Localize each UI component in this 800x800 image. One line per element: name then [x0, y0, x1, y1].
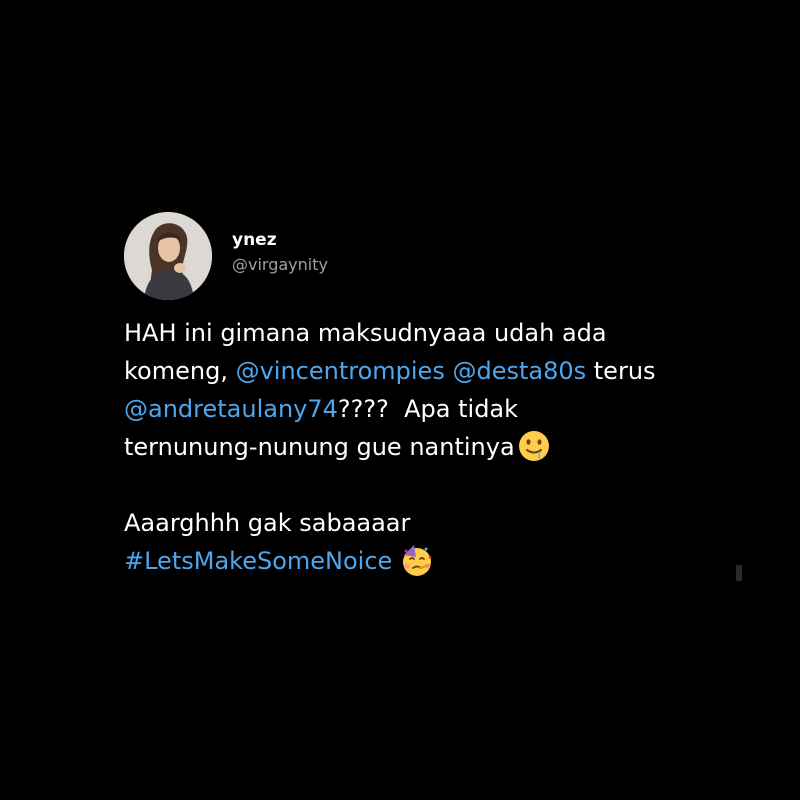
tweet-header: ynez @virgaynity [124, 212, 744, 300]
text-segment: ???? Apa tidak [337, 395, 519, 423]
text-segment: Aaarghhh gak sabaaaar [124, 509, 411, 537]
display-name[interactable]: ynez [232, 228, 328, 252]
profile-photo-icon [124, 212, 212, 300]
author-handle[interactable]: @virgaynity [232, 252, 328, 278]
tweet-line-6: #LetsMakeSomeNoice [124, 542, 744, 580]
tweet-line-4: ternunung-nunung gue nantinya [124, 428, 744, 466]
tweet-line-3: @andretaulany74???? Apa tidak [124, 390, 744, 428]
mention-link[interactable]: @andretaulany74 [124, 395, 338, 423]
text-segment: ternunung-nunung gue nantinya [124, 433, 515, 461]
author-info: ynez @virgaynity [232, 228, 328, 278]
drooling-face-emoji-icon [517, 429, 551, 463]
mention-link[interactable]: @vincentrompies [236, 357, 445, 385]
mention-link[interactable]: @desta80s [452, 357, 586, 385]
tweet-card: ynez @virgaynity HAH ini gimana maksudny… [124, 212, 744, 580]
tweet-text: HAH ini gimana maksudnyaaa udah ada kome… [124, 314, 744, 580]
hashtag-link[interactable]: #LetsMakeSomeNoice [124, 547, 392, 575]
text-segment: komeng, [124, 357, 236, 385]
scrollbar-thumb[interactable] [736, 565, 742, 581]
text-segment: HAH ini gimana maksudnyaaa udah ada [124, 319, 607, 347]
tweet-line-5: Aaarghhh gak sabaaaar [124, 504, 744, 542]
text-segment: terus [586, 357, 656, 385]
avatar[interactable] [124, 212, 212, 300]
tweet-line-1: HAH ini gimana maksudnyaaa udah ada [124, 314, 744, 352]
tweet-line-2: komeng, @vincentrompies @desta80s terus [124, 352, 744, 390]
partying-face-emoji-icon [400, 543, 434, 577]
